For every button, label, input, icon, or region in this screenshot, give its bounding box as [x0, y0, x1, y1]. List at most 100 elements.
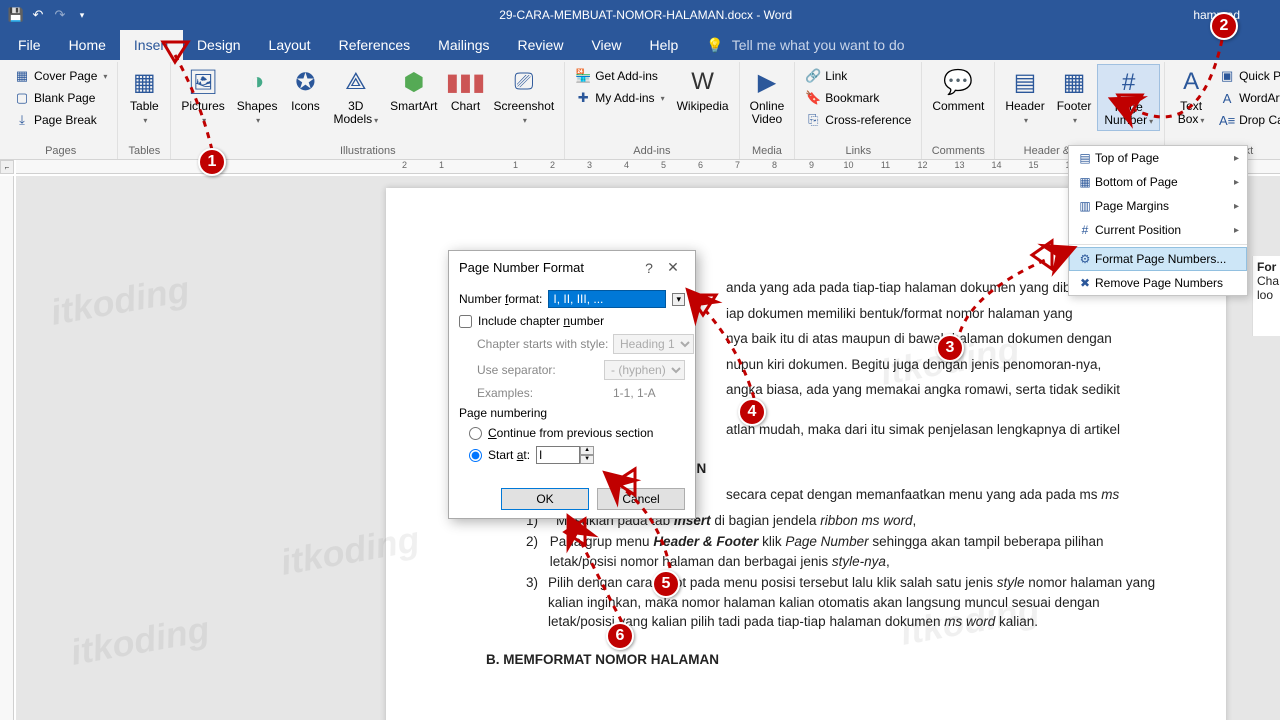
smartart-button[interactable]: ⬢ SmartArt: [384, 64, 443, 115]
link-button[interactable]: 🔗Link: [801, 66, 915, 86]
tab-home[interactable]: Home: [55, 30, 120, 60]
page-number-menu: ▤Top of Page▸ ▦Bottom of Page▸ ▥Page Mar…: [1068, 145, 1248, 296]
side-panel-cut: For Cha loo: [1252, 256, 1280, 336]
spin-down-button[interactable]: ▼: [580, 455, 594, 464]
cover-page-icon: ▦: [14, 68, 30, 84]
table-label: Table: [130, 99, 159, 113]
screenshot-button[interactable]: ⎚Screenshot▾: [488, 64, 561, 129]
bookmark-icon: 🔖: [805, 90, 821, 106]
my-addins-button[interactable]: ✚My Add-ins▾: [571, 88, 668, 108]
menu-current-position[interactable]: #Current Position▸: [1069, 218, 1247, 242]
drop-cap-icon: A≡: [1219, 112, 1235, 128]
annotation-6: 6: [606, 622, 634, 650]
drop-cap-button[interactable]: A≡Drop Cap▾: [1215, 110, 1280, 130]
undo-icon[interactable]: ↶: [30, 7, 46, 23]
comment-label: Comment: [932, 100, 984, 113]
cover-page-label: Cover Page: [34, 69, 97, 83]
tab-mailings[interactable]: Mailings: [424, 30, 503, 60]
shapes-label: Shapes: [237, 99, 278, 113]
save-icon[interactable]: 💾: [8, 7, 24, 23]
cross-reference-button[interactable]: ⎘Cross-reference: [801, 110, 915, 130]
smartart-label: SmartArt: [390, 100, 437, 113]
chart-button[interactable]: ▮▮▮Chart: [444, 64, 488, 115]
dialog-close-button[interactable]: ✕: [661, 259, 685, 276]
online-video-button[interactable]: ▶Online Video: [744, 64, 791, 128]
quick-parts-button[interactable]: ▣Quick Parts▾: [1215, 66, 1280, 86]
tab-view[interactable]: View: [577, 30, 635, 60]
group-tables-label: Tables: [122, 143, 166, 159]
group-addins-label: Add-ins: [569, 143, 734, 159]
redo-icon[interactable]: ↷: [52, 7, 68, 23]
annotation-4: 4: [738, 398, 766, 426]
ribbon-tabs: File Home Insert Design Layout Reference…: [0, 30, 1280, 60]
link-label: Link: [825, 69, 847, 83]
cover-page-button[interactable]: ▦Cover Page▾: [10, 66, 111, 86]
pictures-label: Pictures: [181, 99, 224, 113]
wikipedia-icon: W: [687, 66, 719, 98]
side-panel-title: For: [1257, 260, 1276, 274]
dialog-title: Page Number Format: [459, 260, 637, 275]
text-box-icon: A: [1175, 66, 1207, 98]
menu-bottom-of-page[interactable]: ▦Bottom of Page▸: [1069, 170, 1247, 194]
annotation-3: 3: [936, 334, 964, 362]
cancel-button[interactable]: Cancel: [597, 488, 685, 510]
include-chapter-label: Include chapter number: [478, 314, 604, 328]
start-at-radio[interactable]: [469, 449, 482, 462]
menu-top-of-page[interactable]: ▤Top of Page▸: [1069, 146, 1247, 170]
ruler-corner: ⌐: [0, 160, 14, 174]
3d-models-label: 3D Models: [333, 99, 372, 126]
tab-layout[interactable]: Layout: [255, 30, 325, 60]
start-at-label: Start at:: [488, 448, 530, 462]
text-box-button[interactable]: AText Box▾: [1169, 64, 1213, 129]
footer-button[interactable]: ▦Footer▾: [1051, 64, 1098, 129]
vertical-ruler[interactable]: [0, 176, 14, 720]
annotation-2: 2: [1210, 12, 1238, 40]
icons-button[interactable]: ✪Icons: [283, 64, 327, 115]
addins-icon: ✚: [575, 90, 591, 106]
chart-icon: ▮▮▮: [450, 66, 482, 98]
tab-review[interactable]: Review: [504, 30, 578, 60]
spin-up-button[interactable]: ▲: [580, 446, 594, 455]
page-break-icon: ⤓: [14, 112, 30, 128]
wikipedia-button[interactable]: WWikipedia: [671, 64, 735, 115]
video-icon: ▶: [751, 66, 783, 98]
tab-design[interactable]: Design: [183, 30, 255, 60]
table-button[interactable]: ▦Table▾: [122, 64, 166, 129]
page-number-button[interactable]: #Page Number▾: [1097, 64, 1160, 131]
tell-me[interactable]: 💡 Tell me what you want to do: [692, 30, 918, 60]
continue-radio[interactable]: [469, 427, 482, 440]
icons-label: Icons: [291, 100, 320, 113]
comment-button[interactable]: 💬 Comment: [926, 64, 990, 115]
page-numbering-group-label: Page numbering: [459, 406, 685, 420]
smartart-icon: ⬢: [398, 66, 430, 98]
text-box-label: Text Box: [1178, 99, 1202, 126]
include-chapter-checkbox[interactable]: [459, 315, 472, 328]
tab-file[interactable]: File: [4, 30, 55, 60]
blank-page-button[interactable]: ▢Blank Page: [10, 88, 111, 108]
blank-page-icon: ▢: [14, 90, 30, 106]
body-text: atlah mudah, maka dari itu simak penjela…: [726, 420, 1166, 440]
body-text: angka biasa, ada yang memakai angka roma…: [726, 380, 1166, 400]
tab-references[interactable]: References: [325, 30, 425, 60]
tab-insert[interactable]: Insert: [120, 30, 183, 60]
pictures-button[interactable]: 🖼Pictures▾: [175, 64, 230, 129]
bookmark-button[interactable]: 🔖Bookmark: [801, 88, 915, 108]
header-button[interactable]: ▤Header▾: [999, 64, 1050, 129]
menu-remove-page-numbers[interactable]: ✖Remove Page Numbers: [1069, 271, 1247, 295]
number-format-select[interactable]: I, II, III, ...: [548, 290, 666, 308]
3d-models-button[interactable]: ⟁3D Models▾: [327, 64, 384, 129]
page-break-button[interactable]: ⤓Page Break: [10, 110, 111, 130]
tab-help[interactable]: Help: [636, 30, 693, 60]
page-top-icon: ▤: [1075, 150, 1095, 166]
shapes-button[interactable]: ◑Shapes▾: [231, 64, 284, 129]
ok-button[interactable]: OK: [501, 488, 589, 510]
menu-page-margins[interactable]: ▥Page Margins▸: [1069, 194, 1247, 218]
menu-format-page-numbers[interactable]: ⚙Format Page Numbers...: [1069, 247, 1247, 271]
dropdown-arrow-icon[interactable]: ▾: [672, 293, 685, 306]
start-at-input[interactable]: [536, 446, 580, 464]
customize-qat-icon[interactable]: ▾: [74, 7, 90, 23]
get-addins-button[interactable]: 🏪Get Add-ins: [571, 66, 668, 86]
wordart-button[interactable]: AWordArt▾: [1215, 88, 1280, 108]
dialog-help-button[interactable]: ?: [637, 260, 661, 276]
comment-icon: 💬: [942, 66, 974, 98]
